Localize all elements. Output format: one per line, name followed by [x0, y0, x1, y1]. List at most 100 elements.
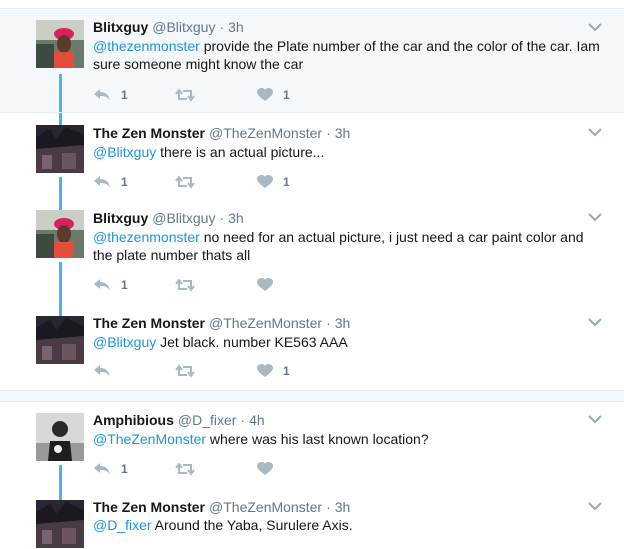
- tweet-body: Around the Yaba, Surulere Axis.: [151, 517, 353, 533]
- reply-button[interactable]: 1: [93, 277, 128, 293]
- avatar[interactable]: [36, 210, 84, 258]
- thread-line: [59, 202, 62, 210]
- timestamp[interactable]: 3h: [228, 210, 244, 226]
- reply-count: 1: [121, 278, 128, 292]
- mention-link[interactable]: @Blitxguy: [93, 334, 156, 350]
- separator: ·: [240, 412, 246, 428]
- tweet-header: Amphibious @D_fixer · 4h: [93, 411, 265, 429]
- retweet-icon: [175, 88, 195, 102]
- tweet[interactable]: The Zen Monster @TheZenMonster · 3h @Blitxg…: [0, 112, 624, 203]
- heart-icon: [257, 364, 273, 377]
- mention-link[interactable]: @Blitxguy: [93, 144, 156, 160]
- like-button[interactable]: [257, 461, 283, 477]
- thread-line: [59, 177, 62, 203]
- retweet-button[interactable]: [175, 174, 205, 190]
- reply-count: 1: [121, 175, 128, 189]
- reply-button[interactable]: 1: [93, 87, 128, 103]
- mention-link[interactable]: @D_fixer: [93, 517, 152, 533]
- tweet-text: @thezenmonster no need for an actual pic…: [93, 228, 603, 264]
- like-button[interactable]: 1: [257, 174, 290, 190]
- like-button[interactable]: 1: [257, 363, 290, 379]
- reply-count: 1: [121, 88, 128, 102]
- mention-link[interactable]: @thezenmonster: [93, 38, 200, 54]
- tweet-text: @TheZenMonster where was his last known …: [93, 430, 603, 448]
- reply-count: 1: [121, 462, 128, 476]
- heart-icon: [257, 278, 273, 291]
- tweet-body: where was his last known location?: [206, 431, 429, 447]
- display-name[interactable]: The Zen Monster: [93, 499, 205, 515]
- chevron-down-icon[interactable]: [588, 501, 602, 511]
- retweet-icon: [175, 462, 195, 476]
- display-name[interactable]: Blitxguy: [93, 210, 148, 226]
- thread-line: [59, 492, 62, 500]
- tweet-header: The Zen Monster @TheZenMonster · 3h: [93, 314, 350, 332]
- like-count: 1: [283, 175, 290, 189]
- tweet[interactable]: Blitxguy @Blitxguy · 3h @thezenmonster prov…: [0, 10, 624, 112]
- retweet-icon: [175, 278, 195, 292]
- timestamp[interactable]: 4h: [249, 412, 265, 428]
- reply-icon: [94, 89, 110, 101]
- like-count: 1: [283, 364, 290, 378]
- retweet-icon: [175, 175, 195, 189]
- tweet-header: The Zen Monster @TheZenMonster · 3h: [93, 498, 350, 516]
- like-button[interactable]: 1: [257, 87, 290, 103]
- like-count: 1: [283, 88, 290, 102]
- avatar[interactable]: [36, 20, 84, 68]
- heart-icon: [257, 175, 273, 188]
- separator: ·: [326, 125, 331, 141]
- separator: ·: [326, 499, 331, 515]
- reply-icon: [94, 176, 110, 188]
- chevron-down-icon[interactable]: [588, 212, 602, 222]
- chevron-down-icon[interactable]: [588, 414, 602, 424]
- reply-button[interactable]: 1: [93, 461, 128, 477]
- thread-line: [59, 74, 62, 112]
- separator: ·: [219, 210, 225, 226]
- mention-link[interactable]: @TheZenMonster: [93, 431, 206, 447]
- username[interactable]: @Blitxguy: [152, 210, 215, 226]
- avatar[interactable]: [36, 125, 84, 173]
- tweet[interactable]: The Zen Monster @TheZenMonster · 3h @D_fixe…: [0, 492, 624, 549]
- reply-button[interactable]: 1: [93, 174, 128, 190]
- timestamp[interactable]: 3h: [228, 19, 244, 35]
- tweet-header: Blitxguy @Blitxguy · 3h: [93, 18, 244, 36]
- retweet-button[interactable]: [175, 363, 205, 379]
- display-name[interactable]: Blitxguy: [93, 19, 148, 35]
- username[interactable]: @D_fixer: [178, 412, 237, 428]
- timestamp[interactable]: 3h: [335, 125, 351, 141]
- retweet-button[interactable]: [175, 277, 205, 293]
- display-name[interactable]: The Zen Monster: [93, 125, 205, 141]
- avatar[interactable]: [36, 500, 84, 548]
- retweet-button[interactable]: [175, 87, 205, 103]
- username[interactable]: @TheZenMonster: [209, 315, 322, 331]
- heart-icon: [257, 88, 273, 101]
- tweet[interactable]: Amphibious @D_fixer · 4h @TheZenMonster whe…: [0, 402, 624, 492]
- tweet-header: The Zen Monster @TheZenMonster · 3h: [93, 124, 350, 142]
- username[interactable]: @TheZenMonster: [209, 125, 322, 141]
- chevron-down-icon[interactable]: [588, 22, 602, 32]
- thread-line: [59, 465, 62, 492]
- tweet-text: @Blitxguy Jet black. number KE563 AAA: [93, 333, 603, 351]
- tweet-text: @D_fixer Around the Yaba, Surulere Axis.: [93, 516, 603, 534]
- thread-line: [59, 306, 62, 316]
- timeline-top-border: [0, 0, 624, 9]
- reply-button[interactable]: [93, 363, 121, 379]
- timestamp[interactable]: 3h: [335, 499, 351, 515]
- display-name[interactable]: Amphibious: [93, 412, 174, 428]
- mention-link[interactable]: @thezenmonster: [93, 229, 200, 245]
- tweet[interactable]: Blitxguy @Blitxguy · 3h @thezenmonster no n…: [0, 202, 624, 306]
- thread-line: [59, 113, 62, 125]
- chevron-down-icon[interactable]: [588, 317, 602, 327]
- tweet[interactable]: The Zen Monster @TheZenMonster · 3h @Blitxg…: [0, 306, 624, 390]
- separator: ·: [326, 315, 331, 331]
- retweet-button[interactable]: [175, 461, 205, 477]
- avatar[interactable]: [36, 316, 84, 364]
- username[interactable]: @TheZenMonster: [209, 499, 322, 515]
- avatar[interactable]: [36, 413, 84, 461]
- like-button[interactable]: [257, 277, 283, 293]
- tweet-body: Jet black. number KE563 AAA: [156, 334, 348, 350]
- display-name[interactable]: The Zen Monster: [93, 315, 205, 331]
- username[interactable]: @Blitxguy: [152, 19, 215, 35]
- timestamp[interactable]: 3h: [335, 315, 351, 331]
- thread-line: [59, 262, 62, 306]
- chevron-down-icon[interactable]: [588, 127, 602, 137]
